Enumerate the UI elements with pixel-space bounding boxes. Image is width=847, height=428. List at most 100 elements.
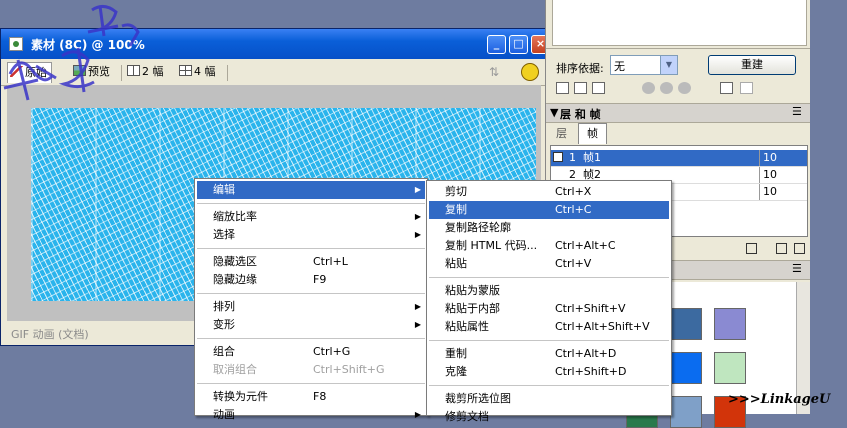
edit-submenu-item-shortcut: Ctrl+Shift+V	[555, 302, 626, 315]
sphere-icon[interactable]	[642, 82, 655, 94]
gif-options-icon[interactable]	[521, 63, 539, 81]
color-swatch[interactable]	[670, 352, 702, 384]
trash-icon[interactable]	[740, 82, 753, 94]
panel-menu-icon[interactable]: ☰	[792, 262, 802, 275]
status-text: GIF 动画 (文档)	[11, 328, 89, 341]
divider	[759, 167, 760, 183]
menu-separator	[197, 203, 425, 204]
edit-icon[interactable]	[574, 82, 587, 94]
context-menu-item[interactable]: 缩放比率 ▶	[197, 208, 425, 226]
edit-submenu-item[interactable]: 复制路径轮廓	[429, 219, 669, 237]
frame-delay[interactable]: 10	[763, 184, 777, 200]
submenu-arrow-icon: ▶	[414, 185, 421, 194]
context-menu-item[interactable]: 动画 ▶	[197, 406, 425, 424]
context-menu-item[interactable]: 转换为元件 F8	[197, 388, 425, 406]
tab-frames[interactable]: 帧	[578, 123, 607, 144]
new-item-icon[interactable]	[720, 82, 733, 94]
context-menu-item-label: 隐藏选区	[213, 255, 257, 268]
edit-submenu-item-label: 修剪文档	[445, 410, 489, 423]
submenu-arrow-icon: ▶	[414, 410, 421, 419]
context-menu-item-label: 排列	[213, 300, 235, 313]
trash-icon[interactable]	[794, 243, 805, 254]
submenu-arrow-icon: ▶	[414, 212, 421, 221]
context-menu-item-label: 编辑	[213, 183, 235, 196]
frame-delay[interactable]: 10	[763, 167, 777, 183]
edit-icon[interactable]	[556, 82, 569, 94]
color-swatch[interactable]	[714, 352, 746, 384]
edit-submenu-item-label: 粘贴属性	[445, 320, 489, 333]
tab-four-up[interactable]: 4 幅	[177, 62, 220, 82]
maximize-button[interactable]: □	[509, 35, 528, 54]
sort-arrows-icon[interactable]: ⇅	[489, 65, 505, 79]
panel-menu-icon[interactable]: ☰	[792, 105, 802, 118]
edit-submenu-item[interactable]: 重制 Ctrl+Alt+D	[429, 345, 669, 363]
edit-submenu-item[interactable]: 复制 Ctrl+C	[429, 201, 669, 219]
tab-layers[interactable]: 层	[552, 125, 571, 143]
context-menu-item[interactable]: 组合 Ctrl+G	[197, 343, 425, 361]
context-menu-item[interactable]: 隐藏选区 Ctrl+L	[197, 253, 425, 271]
context-menu-item-label: 转换为元件	[213, 390, 268, 403]
edit-icon[interactable]	[592, 82, 605, 94]
edit-submenu-item-label: 重制	[445, 347, 467, 360]
menu-separator	[429, 277, 669, 278]
frame-row[interactable]: 1 帧1 10	[551, 150, 807, 167]
divider	[759, 150, 760, 166]
add-frame-icon[interactable]	[746, 243, 757, 254]
context-menu-item-label: 取消组合	[213, 363, 257, 376]
context-menu-item[interactable]: 排列 ▶	[197, 298, 425, 316]
new-frame-icon[interactable]	[776, 243, 787, 254]
chevron-down-icon[interactable]: ▼	[660, 56, 677, 74]
submenu-arrow-icon: ▶	[414, 302, 421, 311]
edit-submenu-item-shortcut: Ctrl+C	[555, 203, 592, 216]
context-menu-item-shortcut: Ctrl+L	[313, 255, 348, 268]
frame-delay[interactable]: 10	[763, 150, 777, 166]
context-menu-item[interactable]: 变形 ▶	[197, 316, 425, 334]
edit-submenu-item[interactable]: 粘贴 Ctrl+V	[429, 255, 669, 273]
tab-four-up-label: 4 幅	[194, 65, 216, 78]
edit-submenu-item[interactable]: 剪切 Ctrl+X	[429, 183, 669, 201]
sort-select[interactable]: 无 ▼	[610, 55, 678, 75]
preview-box	[552, 0, 807, 46]
edit-submenu-item-shortcut: Ctrl+Alt+D	[555, 347, 617, 360]
frame-checkbox[interactable]	[553, 152, 563, 162]
collapse-triangle-icon[interactable]: ▼	[550, 106, 558, 119]
sphere-icon[interactable]	[660, 82, 673, 94]
edit-submenu-item-label: 复制	[445, 203, 467, 216]
edit-submenu-item[interactable]: 粘贴为蒙版	[429, 282, 669, 300]
context-menu-item[interactable]: 隐藏边缘 F9	[197, 271, 425, 289]
edit-submenu-item[interactable]: 克隆 Ctrl+Shift+D	[429, 363, 669, 381]
context-menu: 编辑 ▶ 缩放比率 ▶ 选择 ▶ 隐藏选区 Ctrl+L 隐藏边缘 F9 排列 ▶ 变形 ▶ 组合 Ctrl+…	[194, 178, 428, 421]
color-swatch[interactable]	[670, 308, 702, 340]
edit-submenu-item[interactable]: 复制 HTML 代码... Ctrl+Alt+C	[429, 237, 669, 255]
context-menu-item[interactable]: 选择 ▶	[197, 226, 425, 244]
menu-separator	[429, 340, 669, 341]
minimize-button[interactable]: _	[487, 35, 506, 54]
frame-number-name: 1 帧1	[569, 150, 601, 166]
edit-submenu-item[interactable]: 粘贴属性 Ctrl+Alt+Shift+V	[429, 318, 669, 336]
edit-submenu-item[interactable]: 粘贴于内部 Ctrl+Shift+V	[429, 300, 669, 318]
edit-submenu-item-label: 粘贴为蒙版	[445, 284, 500, 297]
submenu-arrow-icon: ▶	[414, 230, 421, 239]
edit-submenu-item-label: 粘贴于内部	[445, 302, 500, 315]
edit-submenu-item-label: 复制路径轮廓	[445, 221, 511, 234]
sphere-icon[interactable]	[678, 82, 691, 94]
edit-submenu-item-shortcut: Ctrl+Alt+Shift+V	[555, 320, 650, 333]
context-menu-item[interactable]: 取消组合 Ctrl+Shift+G	[197, 361, 425, 379]
context-menu-item[interactable]: 编辑 ▶	[197, 181, 425, 199]
color-swatch[interactable]	[714, 308, 746, 340]
edit-submenu-item-label: 粘贴	[445, 257, 467, 270]
context-menu-item-label: 组合	[213, 345, 235, 358]
edit-submenu-item-label: 裁剪所选位图	[445, 392, 511, 405]
context-menu-item-label: 缩放比率	[213, 210, 257, 223]
context-menu-item-shortcut: Ctrl+G	[313, 345, 351, 358]
rebuild-button[interactable]: 重建	[708, 55, 796, 75]
color-swatch[interactable]	[670, 396, 702, 428]
context-menu-item-label: 动画	[213, 408, 235, 421]
edit-submenu-item[interactable]: 裁剪所选位图	[429, 390, 669, 408]
menu-separator	[197, 338, 425, 339]
layers-frames-header[interactable]: ▼ 层 和 帧 ☰	[546, 103, 811, 123]
layers-frames-title: 层 和 帧	[560, 108, 601, 121]
edit-submenu: 剪切 Ctrl+X 复制 Ctrl+C 复制路径轮廓复制 HTML 代码... Ctrl+…	[426, 180, 672, 423]
edit-submenu-item[interactable]: 修剪文档	[429, 408, 669, 426]
divider	[227, 65, 228, 81]
